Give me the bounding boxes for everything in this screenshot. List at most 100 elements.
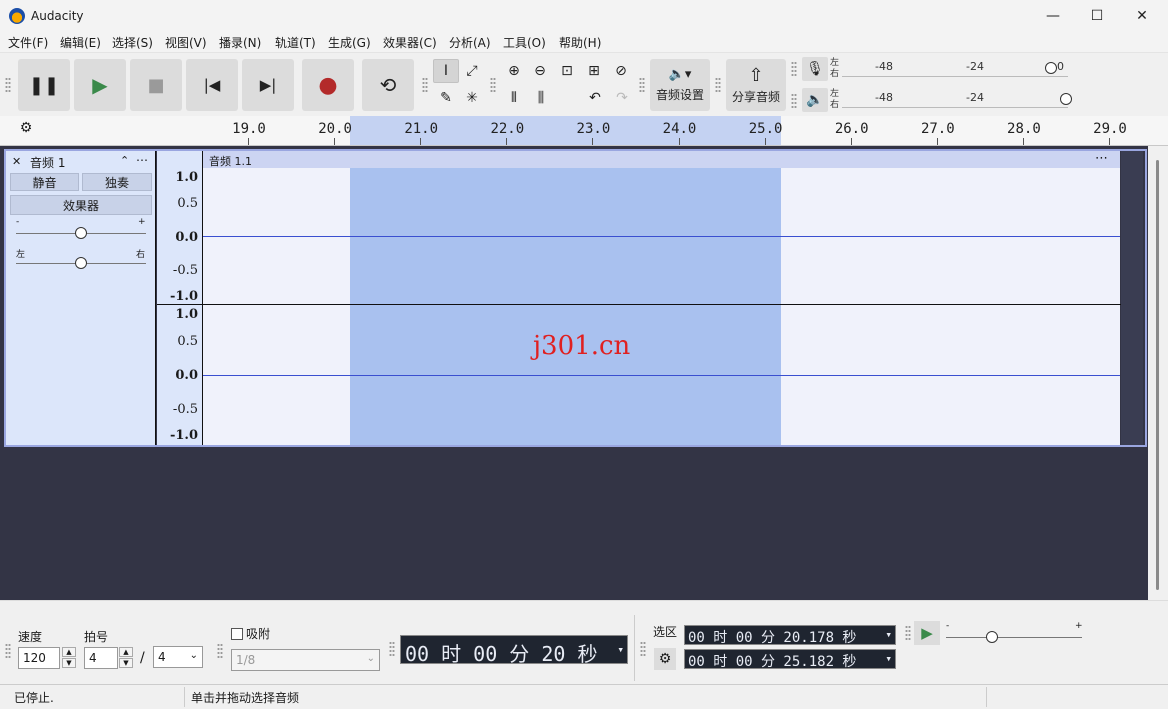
track-menu-icon[interactable]: ⋯ — [136, 153, 148, 167]
toolbar-grip[interactable] — [5, 77, 11, 93]
play-at-speed-button[interactable]: ▶ — [914, 621, 940, 645]
envelope-tool[interactable]: ⤢ — [459, 59, 485, 83]
play-volume-knob[interactable] — [1060, 93, 1072, 105]
play-at-speed-grip[interactable] — [905, 625, 911, 641]
solo-button[interactable]: 独奏 — [82, 173, 152, 191]
record-button[interactable]: ● — [302, 59, 354, 111]
play-meter-grip[interactable] — [791, 93, 797, 109]
speaker-meter-icon[interactable]: 🔈 — [802, 88, 828, 112]
menu-help[interactable]: 帮助(H) — [559, 34, 601, 51]
clip-header[interactable]: 音频 1.1 ⋯ — [203, 151, 1120, 168]
effects-button[interactable]: 效果器 — [10, 195, 152, 215]
gain-min-label: - — [16, 217, 20, 227]
undo-icon[interactable]: ↶ — [582, 86, 608, 110]
waveform-selection[interactable] — [350, 168, 781, 445]
play-meter[interactable]: -48 -24 — [842, 88, 1072, 108]
scale-label: 0.0 — [175, 230, 198, 245]
clip-menu-icon[interactable]: ⋯ — [1095, 151, 1108, 166]
loop-button[interactable]: ⟲ — [362, 59, 414, 111]
ruler-tick — [936, 138, 938, 145]
vertical-scroll-thumb[interactable] — [1156, 160, 1159, 590]
zoom-selection-icon[interactable]: ⊡ — [554, 59, 580, 83]
playback-speed-knob[interactable] — [986, 631, 998, 643]
minimize-button[interactable]: — — [1030, 0, 1076, 32]
ruler-tick-label: 29.0 — [1093, 121, 1127, 137]
zoom-toggle-icon[interactable]: ⊘ — [608, 59, 634, 83]
edit-grip[interactable] — [490, 77, 496, 93]
tools-grip[interactable] — [422, 77, 428, 93]
skip-start-button[interactable]: |◀ — [186, 59, 238, 111]
skip-end-button[interactable]: ▶| — [242, 59, 294, 111]
record-meter[interactable]: -48 -24 0 — [842, 57, 1068, 77]
share-audio-button[interactable]: ⇧ 分享音频 — [726, 59, 786, 111]
status-hint: 单击并拖动选择音频 — [191, 691, 300, 705]
beats-down-button[interactable]: ▼ — [119, 658, 133, 668]
audio-setup-button[interactable]: 🔈▾ 音频设置 — [650, 59, 710, 111]
time-grip[interactable] — [389, 641, 395, 657]
microphone-icon[interactable]: 🎙 — [802, 57, 828, 81]
selection-start-display[interactable]: 00 时 00 分 20.178 秒 ▾ — [684, 625, 896, 646]
record-meter-grip[interactable] — [791, 61, 797, 77]
share-grip[interactable] — [715, 77, 721, 93]
zoom-in-icon[interactable]: ⊕ — [501, 59, 527, 83]
status-bar: 已停止. 单击并拖动选择音频 — [0, 684, 1168, 709]
gain-slider-knob[interactable] — [75, 227, 87, 239]
menu-tracks[interactable]: 轨道(T) — [275, 34, 316, 51]
stop-button[interactable]: ■ — [130, 59, 182, 111]
selection-grip[interactable] — [640, 641, 646, 657]
snap-label: 吸附 — [246, 627, 271, 641]
speed-min-label: - — [946, 621, 950, 631]
track-close-icon[interactable]: ✕ — [12, 155, 21, 168]
menu-view[interactable]: 视图(V) — [165, 34, 207, 51]
draw-tool[interactable]: ✎ — [433, 86, 459, 110]
track-name[interactable]: 音频 1 — [30, 154, 65, 171]
tempo-up-button[interactable]: ▲ — [62, 647, 76, 657]
maximize-button[interactable]: ☐ — [1074, 0, 1120, 32]
snap-checkbox[interactable] — [231, 628, 243, 640]
pan-slider-knob[interactable] — [75, 257, 87, 269]
close-button[interactable]: ✕ — [1119, 0, 1165, 32]
redo-icon[interactable]: ↷ — [609, 86, 635, 110]
timeline-settings-gear-icon[interactable]: ⚙ — [14, 120, 38, 140]
beat-unit-select[interactable]: 4 ⌄ — [153, 646, 203, 668]
audio-setup-grip[interactable] — [639, 77, 645, 93]
play-button[interactable]: ▶ — [74, 59, 126, 111]
vertical-scrollbar[interactable] — [1148, 146, 1168, 600]
tempo-input[interactable]: 120 — [18, 647, 60, 669]
ruler-tick-label: 23.0 — [576, 121, 611, 137]
ruler-tick — [506, 138, 508, 145]
record-meter-tick: -48 — [875, 60, 893, 73]
zoom-fit-icon[interactable]: ⊞ — [581, 59, 607, 83]
select-tool[interactable]: I — [433, 59, 459, 83]
menu-select[interactable]: 选择(S) — [112, 34, 153, 51]
multi-tool[interactable]: ✳ — [459, 86, 485, 110]
menu-record[interactable]: 播录(N) — [219, 34, 261, 51]
menu-tools[interactable]: 工具(O) — [503, 34, 546, 51]
menu-effect[interactable]: 效果器(C) — [383, 34, 437, 51]
selection-settings-gear-icon[interactable]: ⚙ — [654, 648, 676, 670]
menu-generate[interactable]: 生成(G) — [328, 34, 371, 51]
beats-slash: / — [140, 650, 145, 666]
menu-analyze[interactable]: 分析(A) — [449, 34, 491, 51]
snap-select[interactable]: 1/8 ⌄ — [231, 649, 380, 671]
beats-input[interactable]: 4 — [84, 647, 118, 669]
trim-icon[interactable]: ⫴ — [501, 86, 527, 110]
time-signature-grip[interactable] — [5, 643, 11, 659]
beats-up-button[interactable]: ▲ — [119, 647, 133, 657]
silence-icon[interactable]: ⫼ — [528, 86, 554, 110]
menu-edit[interactable]: 编辑(E) — [60, 34, 101, 51]
snap-grip[interactable] — [217, 643, 223, 659]
time-display[interactable]: 00 时 00 分 20 秒 ▾ — [400, 635, 628, 666]
playback-speed-slider[interactable] — [946, 637, 1082, 638]
menu-file[interactable]: 文件(F) — [8, 34, 48, 51]
track-collapse-icon[interactable]: ⌃ — [120, 154, 129, 167]
pause-button[interactable]: ❚❚ — [18, 59, 70, 111]
record-volume-knob[interactable] — [1045, 62, 1057, 74]
mute-button[interactable]: 静音 — [10, 173, 79, 191]
selection-end-display[interactable]: 00 时 00 分 25.182 秒 ▾ — [684, 649, 896, 670]
tempo-down-button[interactable]: ▼ — [62, 658, 76, 668]
clip-name[interactable]: 音频 1.1 — [209, 153, 252, 169]
zoom-out-icon[interactable]: ⊖ — [527, 59, 553, 83]
scale-label: 1.0 — [175, 307, 198, 322]
status-state: 已停止. — [14, 691, 54, 705]
